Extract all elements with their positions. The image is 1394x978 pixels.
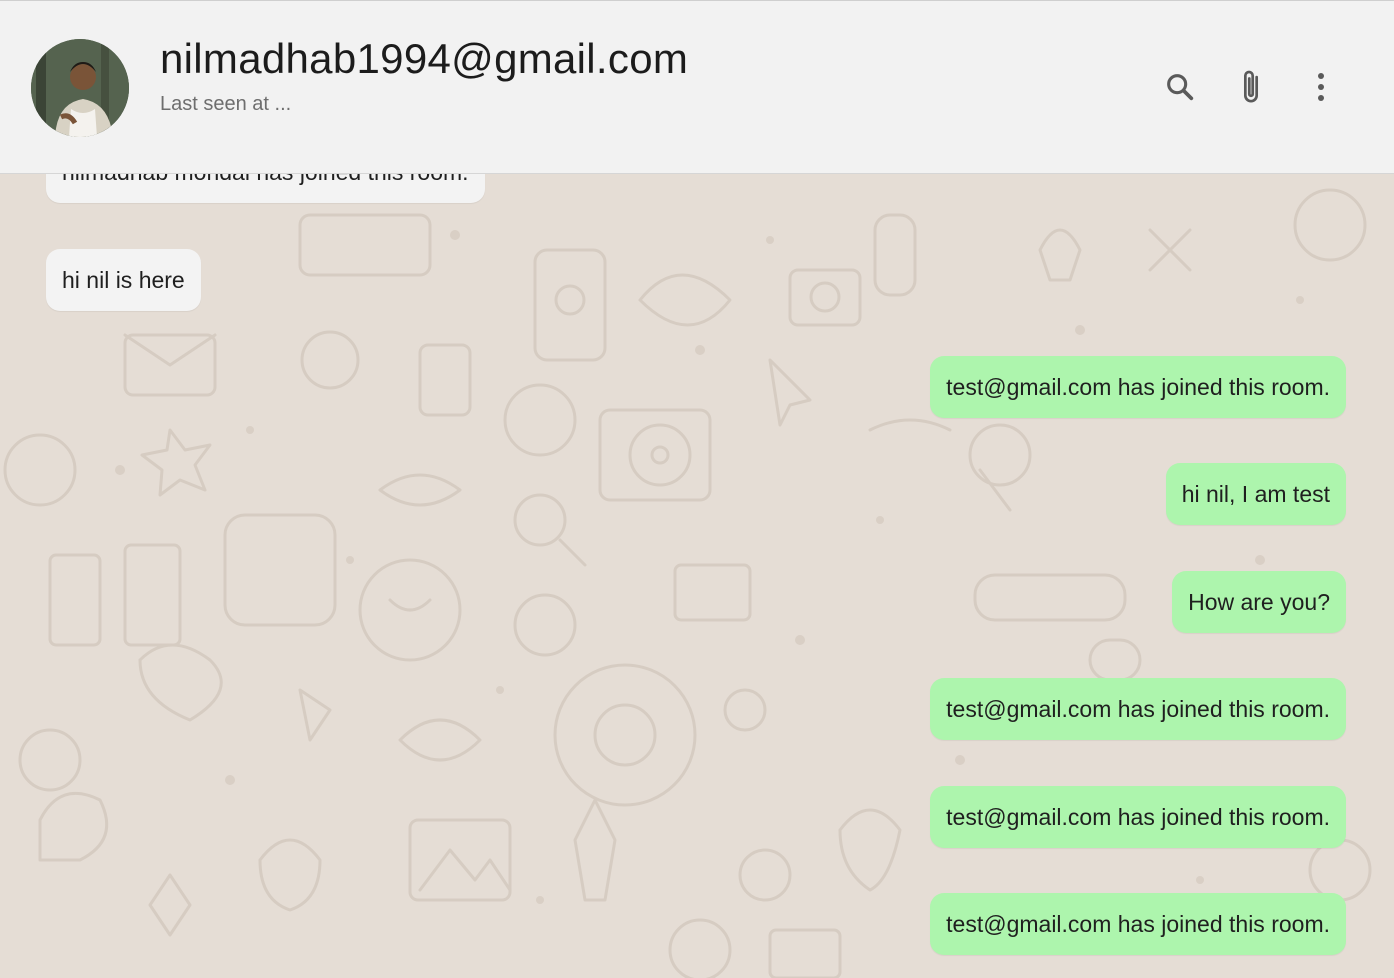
message-outgoing: How are you? [1172, 571, 1346, 633]
message-incoming: hi nil is here [46, 249, 201, 311]
message-text: test@gmail.com has joined this room. [946, 803, 1330, 830]
message-outgoing: test@gmail.com has joined this room. [930, 356, 1346, 418]
more-vertical-icon [1318, 73, 1324, 101]
last-seen-status: Last seen at ... [160, 93, 292, 115]
message-outgoing: test@gmail.com has joined this room. [930, 678, 1346, 740]
message-outgoing: test@gmail.com has joined this room. [930, 893, 1346, 955]
message-outgoing: hi nil, I am test [1165, 463, 1346, 525]
paperclip-icon [1243, 70, 1259, 103]
attach-button[interactable] [1227, 63, 1275, 111]
avatar[interactable] [31, 39, 129, 137]
search-icon [1167, 74, 1194, 101]
message-outgoing: test@gmail.com has joined this room. [930, 786, 1346, 848]
message-text: test@gmail.com has joined this room. [946, 910, 1330, 937]
search-button[interactable] [1156, 63, 1204, 111]
message-text: test@gmail.com has joined this room. [946, 695, 1330, 722]
menu-button[interactable] [1297, 63, 1345, 111]
chat-header: nilmadhab1994@gmail.com Last seen at ... [0, 0, 1394, 174]
contact-name: nilmadhab1994@gmail.com [160, 35, 689, 82]
chat-window: nilmadhab mondal has joined this room. h… [0, 0, 1394, 978]
message-text: How are you? [1188, 588, 1330, 615]
message-text: hi nil is here [62, 266, 185, 293]
message-text: hi nil, I am test [1181, 480, 1330, 507]
message-text: test@gmail.com has joined this room. [946, 373, 1330, 400]
avatar-photo [31, 39, 129, 137]
